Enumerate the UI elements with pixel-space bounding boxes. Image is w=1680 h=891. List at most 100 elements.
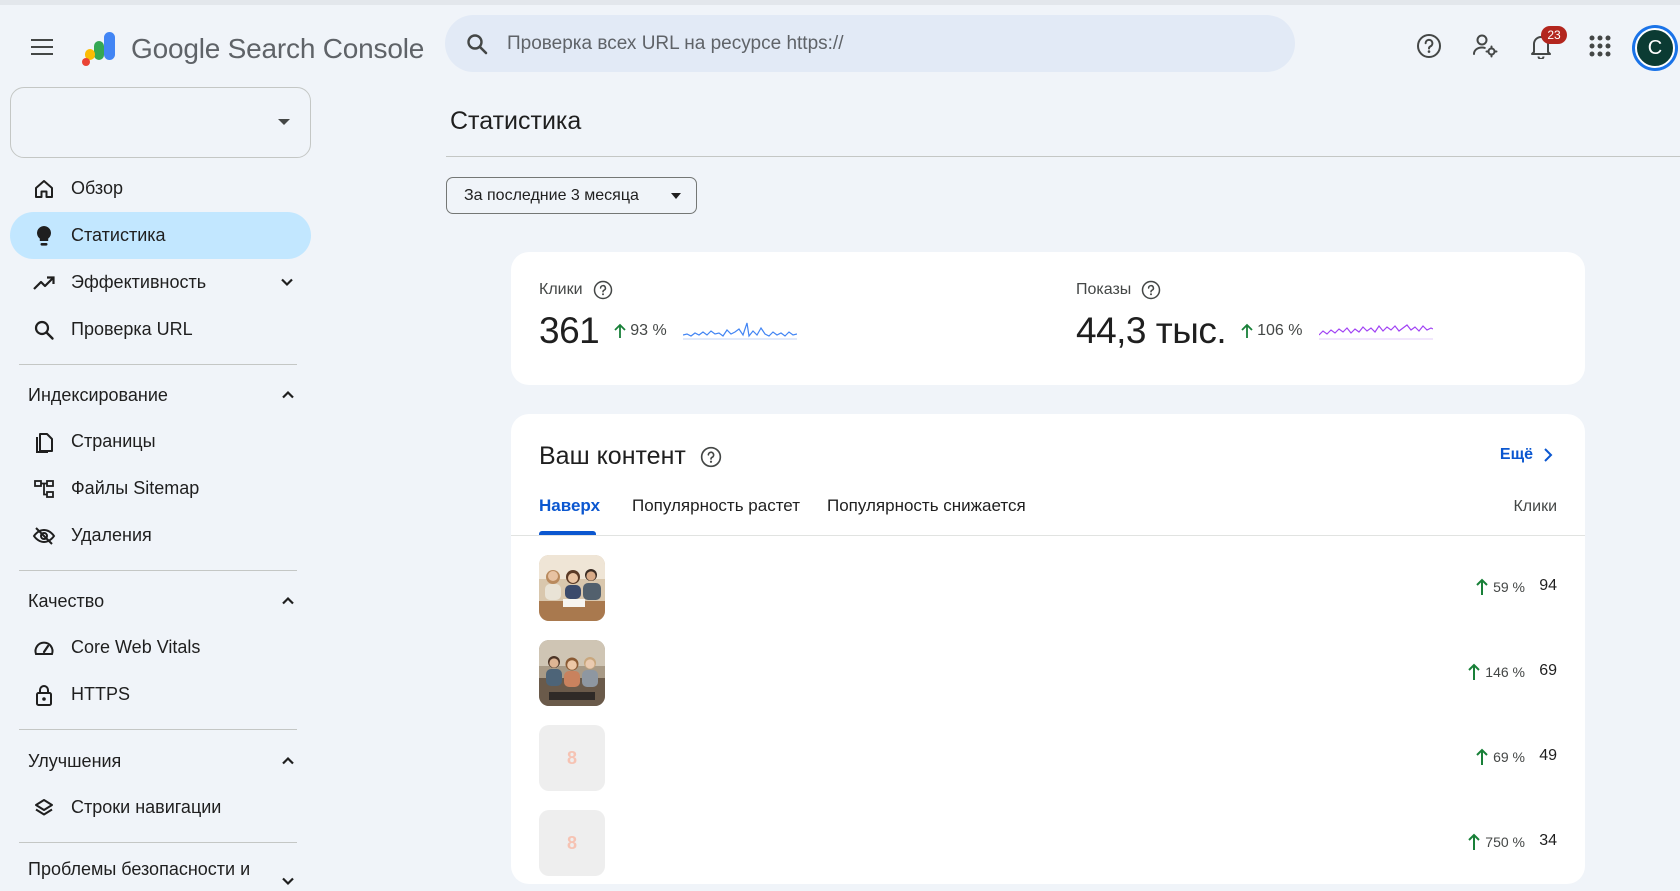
chevron-up-icon <box>282 596 294 605</box>
sidebar-item-statistics[interactable]: Статистика <box>10 212 311 259</box>
row-clicks-value: 34 <box>1539 832 1557 849</box>
speedometer-icon <box>30 634 58 662</box>
metrics-card: Клики 361 93 % Показы 44,3 тыс. 106 % <box>511 252 1585 385</box>
thumbnail-letter: 8 <box>566 747 577 768</box>
account-avatar[interactable]: C <box>1632 25 1678 71</box>
sidebar-item-removals[interactable]: Удаления <box>10 512 311 559</box>
more-link-label: Ещё <box>1499 446 1533 463</box>
url-inspection-search[interactable] <box>445 15 1295 72</box>
row-change-value: 750 % <box>1485 834 1525 850</box>
sitemap-icon <box>30 475 58 503</box>
content-row[interactable]: 59 % 94 <box>511 547 1585 632</box>
sidebar-item-core-web-vitals[interactable]: Core Web Vitals <box>10 624 311 671</box>
metric-label: Клики <box>539 281 583 298</box>
sidebar-item-https[interactable]: HTTPS <box>10 671 311 718</box>
pages-icon <box>30 428 58 456</box>
impressions-sparkline <box>1318 324 1433 340</box>
section-title: Проблемы безопасности и <box>28 858 251 879</box>
chevron-right-icon <box>1544 448 1553 462</box>
card-title: Ваш контент <box>539 442 686 470</box>
chevron-down-icon <box>282 877 294 886</box>
thumbnail-letter: 8 <box>566 832 577 853</box>
date-range-label: За последние 3 месяца <box>464 186 639 204</box>
sidebar-item-overview[interactable]: Обзор <box>10 165 311 212</box>
photo-family-image <box>539 555 605 621</box>
thumbnail-image <box>539 555 605 621</box>
row-change-value: 146 % <box>1485 664 1525 680</box>
sidebar: Обзор Статистика Эффективность Проверка … <box>0 83 330 886</box>
app-header: Google Search Console 23 C <box>0 5 1680 83</box>
sidebar-divider <box>19 729 297 730</box>
arrow-up-icon <box>1476 578 1488 595</box>
users-settings-button[interactable] <box>1465 26 1505 66</box>
arrow-up-icon <box>1468 833 1481 850</box>
sidebar-item-breadcrumbs[interactable]: Строки навигации <box>10 784 311 831</box>
dropdown-caret-icon <box>278 119 290 125</box>
help-icon[interactable] <box>593 280 613 300</box>
chevron-up-icon <box>282 390 294 399</box>
metric-impressions[interactable]: Показы 44,3 тыс. 106 % <box>1076 280 1433 352</box>
hamburger-icon <box>31 45 53 49</box>
property-selector[interactable] <box>10 87 311 158</box>
thumbnail-image <box>539 640 605 706</box>
content-row[interactable]: 8 750 % 34 <box>511 802 1585 884</box>
product-name: Google Search Console <box>131 33 425 64</box>
date-range-dropdown[interactable]: За последние 3 месяца <box>446 177 697 214</box>
content-row[interactable]: 8 69 % 49 <box>511 717 1585 802</box>
row-change-value: 59 % <box>1493 579 1525 595</box>
row-clicks-value: 94 <box>1539 577 1557 594</box>
your-content-card: Ваш контент Ещё Наверх Популярность раст… <box>511 414 1585 884</box>
dropdown-caret-icon <box>671 193 681 199</box>
row-change-value: 69 % <box>1493 749 1525 765</box>
trending-up-icon <box>30 269 58 297</box>
lock-icon <box>30 681 58 709</box>
lightbulb-icon <box>30 222 58 250</box>
search-input[interactable] <box>507 32 1267 55</box>
section-title: Качество <box>28 590 105 611</box>
notification-count-badge: 23 <box>1541 26 1567 44</box>
arrow-up-icon <box>1468 663 1481 680</box>
tabs-divider <box>511 535 1585 536</box>
help-icon[interactable] <box>700 446 722 468</box>
search-icon <box>30 316 58 344</box>
sidebar-item-pages[interactable]: Страницы <box>10 418 311 465</box>
apps-grid-icon <box>1589 35 1611 57</box>
content-row[interactable]: 146 % 69 <box>511 632 1585 717</box>
sidebar-item-label: Проверка URL <box>71 319 193 339</box>
sidebar-item-sitemaps[interactable]: Файлы Sitemap <box>10 465 311 512</box>
help-button[interactable] <box>1409 26 1449 66</box>
sidebar-item-url-inspection[interactable]: Проверка URL <box>10 306 311 353</box>
sidebar-item-performance[interactable]: Эффективность <box>10 259 311 306</box>
chevron-up-icon <box>282 756 294 765</box>
photo-couch-image <box>539 640 605 706</box>
row-clicks-value: 69 <box>1539 662 1557 679</box>
search-icon <box>467 33 488 54</box>
metric-value: 44,3 тыс. <box>1076 310 1227 351</box>
arrow-up-icon <box>614 323 626 338</box>
tab-growing[interactable]: Популярность растет <box>632 496 800 536</box>
sidebar-item-label: Страницы <box>71 431 156 451</box>
section-header-enhancements[interactable]: Улучшения <box>28 741 298 781</box>
sidebar-item-label: HTTPS <box>71 684 131 704</box>
section-title: Индексирование <box>28 384 168 405</box>
sidebar-divider <box>19 842 297 843</box>
more-link[interactable]: Ещё <box>1500 446 1555 464</box>
arrow-up-icon <box>1241 323 1253 338</box>
apps-button[interactable] <box>1580 26 1620 66</box>
tab-declining[interactable]: Популярность снижается <box>827 496 1026 536</box>
section-header-security[interactable]: Проблемы безопасности и <box>28 849 298 889</box>
row-change: 146 % <box>1467 663 1525 681</box>
metric-change-value: 93 % <box>630 322 667 339</box>
help-icon[interactable] <box>1141 280 1161 300</box>
main-menu-button[interactable] <box>22 27 62 67</box>
section-header-indexing[interactable]: Индексирование <box>28 375 298 415</box>
section-title: Улучшения <box>28 750 122 771</box>
notifications-button[interactable]: 23 <box>1521 26 1567 66</box>
arrow-up-icon <box>1476 748 1488 765</box>
help-icon <box>1417 34 1441 58</box>
metric-clicks[interactable]: Клики 361 93 % <box>539 280 797 352</box>
sidebar-item-label: Обзор <box>71 178 123 198</box>
title-divider <box>446 156 1680 157</box>
section-header-quality[interactable]: Качество <box>28 581 298 621</box>
tab-top[interactable]: Наверх <box>539 496 600 536</box>
